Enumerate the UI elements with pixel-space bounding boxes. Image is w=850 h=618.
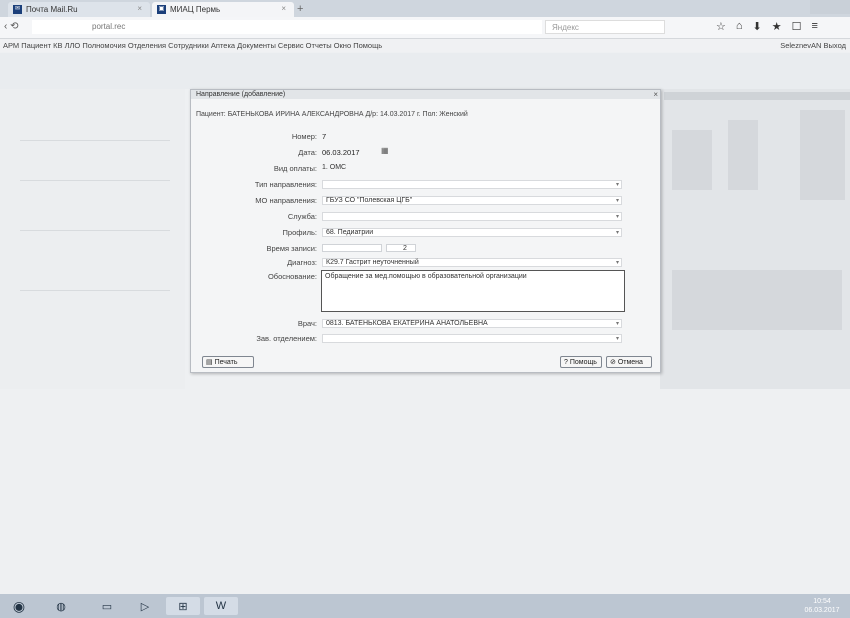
nomer-value[interactable]: 7 — [322, 132, 326, 141]
app-menu-bar: АРМ Пациент КВ ЛЛО Полномочия Отделения … — [0, 39, 850, 52]
window-controls[interactable] — [810, 0, 850, 14]
patient-info: Пациент: БАТЕНЬКОВА ИРИНА АЛЕКСАНДРОВНА … — [196, 111, 468, 118]
calendar-icon[interactable]: ▦ — [381, 146, 389, 155]
obosnovanie-textarea[interactable]: Обращение за мед.помощью в образовательн… — [321, 270, 625, 312]
windows-start-icon[interactable]: ◉ — [4, 597, 34, 615]
vremya-label: Время записи: — [266, 244, 317, 253]
chevron-down-icon[interactable]: ▾ — [616, 229, 619, 237]
search-input[interactable]: Яндекс — [545, 20, 665, 34]
system-clock[interactable]: 10:54 06.03.2017 — [802, 597, 842, 615]
profil-value: 68. Педиатрии — [326, 229, 374, 236]
menu-items[interactable]: АРМ Пациент КВ ЛЛО Полномочия Отделения … — [3, 39, 382, 52]
site-icon: ▣ — [157, 5, 166, 14]
address-toolbar: ‹ ⟲ portal.rec Яндекс ☆ ⌂ ⬇ ★ ☐ ≡ — [0, 17, 850, 39]
data-label: Дата: — [298, 148, 317, 157]
sluzhba-label: Служба: — [287, 212, 317, 221]
chevron-down-icon[interactable]: ▾ — [616, 197, 619, 205]
chevron-down-icon[interactable]: ▾ — [616, 213, 619, 221]
vrach-select[interactable]: 0813. БАТЕНЬКОВА ЕКАТЕРИНА АНАТОЛЬЕВНА ▾ — [322, 319, 622, 328]
media-player-icon[interactable]: ▷ — [128, 597, 162, 615]
diagnoz-select[interactable]: К29.7 Гастрит неуточненный ▾ — [322, 258, 622, 267]
tab-label: МИАЦ Пермь — [170, 5, 221, 14]
background-cell — [728, 120, 758, 190]
word-icon[interactable]: W — [204, 597, 238, 615]
menu-icon[interactable]: ≡ — [812, 20, 818, 33]
mail-icon: ✉ — [13, 5, 22, 14]
background-cell — [672, 270, 842, 330]
mo-label: МО направления: — [255, 196, 317, 205]
cancel-label: Отмена — [617, 359, 643, 366]
chevron-down-icon[interactable]: ▾ — [616, 259, 619, 267]
diagnoz-label: Диагноз: — [287, 258, 317, 267]
help-button[interactable]: ? Помощь — [560, 356, 602, 368]
profil-select[interactable]: 68. Педиатрии ▾ — [322, 228, 622, 237]
user-menu[interactable]: SeleznevAN Выход — [780, 39, 846, 52]
background-cell — [672, 130, 712, 190]
download-icon[interactable]: ⬇ — [753, 20, 762, 33]
background-grid-header — [664, 92, 850, 100]
chat-icon[interactable]: ☐ — [792, 20, 802, 33]
cancel-button[interactable]: ⊘ Отмена — [606, 356, 652, 368]
zav-select[interactable]: ▾ — [322, 334, 622, 343]
home-icon[interactable]: ★ — [772, 20, 782, 33]
zav-label: Зав. отделением: — [256, 334, 317, 343]
obosnovanie-label: Обоснование: — [267, 272, 317, 281]
background-row — [20, 230, 170, 231]
vid-oplaty-select[interactable]: 1. ОМС — [322, 164, 422, 173]
help-label: Помощь — [569, 359, 597, 366]
taskbar: ◉ ◍ ▭ ▷ ⊞ W 10:54 06.03.2017 — [0, 594, 850, 618]
tip-label: Тип направления: — [254, 180, 317, 189]
tip-select[interactable]: ▾ — [322, 180, 622, 189]
tab-label: Почта Mail.Ru — [26, 5, 78, 14]
nomer-label: Номер: — [291, 132, 317, 141]
close-icon[interactable]: × — [653, 90, 658, 99]
print-label: Печать — [214, 359, 238, 366]
bookmark-star-icon[interactable]: ☆ — [716, 20, 726, 33]
print-icon: ▤ — [206, 359, 213, 366]
firefox-icon[interactable]: ◍ — [44, 597, 78, 615]
vrach-label: Врач: — [297, 319, 317, 328]
clock-time: 10:54 — [813, 598, 831, 605]
tab-miac[interactable]: ▣ МИАЦ Пермь × — [152, 2, 294, 17]
vid-oplaty-label: Вид оплаты: — [273, 164, 317, 173]
diagnoz-value: К29.7 Гастрит неуточненный — [326, 259, 419, 266]
close-tab-icon[interactable]: × — [281, 4, 286, 13]
vremya-time-input[interactable]: 2 — [386, 244, 416, 252]
referral-dialog: Направление (добавление) × Пациент: БАТЕ… — [190, 89, 661, 373]
chevron-down-icon[interactable]: ▾ — [616, 181, 619, 189]
mo-value: ГБУЗ СО "Полевская ЦГБ" — [326, 197, 413, 204]
word-label: W — [215, 600, 227, 612]
sluzhba-select[interactable]: ▾ — [322, 212, 622, 221]
toolbar-icons: ☆ ⌂ ⬇ ★ ☐ ≡ — [716, 20, 818, 33]
data-value[interactable]: 06.03.2017 — [322, 148, 360, 157]
background-left-panel — [0, 89, 185, 389]
explorer-icon[interactable]: ▭ — [90, 597, 124, 615]
background-row — [20, 140, 170, 141]
dialog-title: Направление (добавление) — [191, 90, 660, 99]
mo-select[interactable]: ГБУЗ СО "Полевская ЦГБ" ▾ — [322, 196, 622, 205]
print-button[interactable]: ▤ Печать — [202, 356, 254, 368]
tab-bar: ✉ Почта Mail.Ru × ▣ МИАЦ Пермь × + — [0, 0, 850, 17]
new-tab-icon[interactable]: + — [297, 3, 311, 15]
back-icon[interactable]: ‹ ⟲ — [4, 21, 19, 32]
network-icon[interactable]: ⊞ — [166, 597, 200, 615]
cancel-icon: ⊘ — [610, 359, 616, 366]
url-input[interactable]: portal.rec — [32, 20, 542, 34]
vremya-date-input[interactable] — [322, 244, 382, 252]
close-tab-icon[interactable]: × — [137, 4, 142, 13]
vrach-value: 0813. БАТЕНЬКОВА ЕКАТЕРИНА АНАТОЛЬЕВНА — [326, 320, 488, 327]
help-icon: ? — [564, 359, 568, 366]
background-cell — [800, 110, 845, 200]
vid-oplaty-value: 1. ОМС — [322, 164, 347, 171]
lock-icon[interactable]: ⌂ — [736, 20, 743, 33]
clock-date: 06.03.2017 — [804, 607, 840, 614]
background-row — [20, 180, 170, 181]
chevron-down-icon[interactable]: ▾ — [616, 320, 619, 328]
tab-mail[interactable]: ✉ Почта Mail.Ru × — [8, 2, 150, 17]
chevron-down-icon[interactable]: ▾ — [616, 335, 619, 343]
background-header — [0, 53, 850, 89]
background-row — [20, 290, 170, 291]
profil-label: Профиль: — [282, 228, 317, 237]
